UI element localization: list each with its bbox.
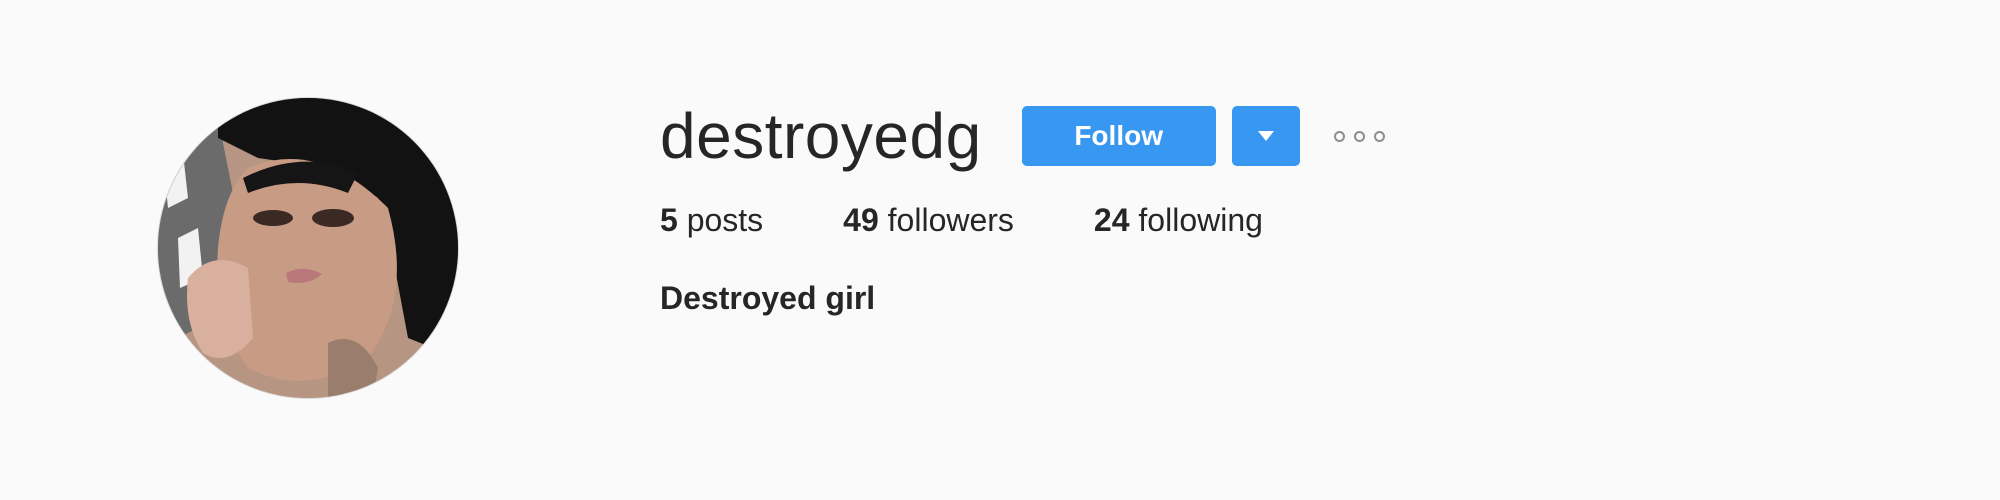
avatar-photo [158,98,458,398]
follow-button[interactable]: Follow [1021,106,1216,166]
profile-header: destroyedg Follow [660,96,1860,176]
followers-link[interactable]: 49 followers [843,200,1014,240]
posts-count: 5 posts [660,200,763,240]
more-options-button[interactable] [1330,106,1389,166]
following-link[interactable]: 24 following [1094,200,1263,240]
stat-number: 5 [660,202,678,238]
more-options-icon [1353,130,1365,142]
username: destroyedg [660,100,982,172]
profile-info: destroyedg Follow 5 posts 49 followers 2… [660,96,1860,318]
profile-page: destroyedg Follow 5 posts 49 followers 2… [0,0,2000,500]
profile-stats: 5 posts 49 followers 24 following [660,200,1860,240]
stat-number: 49 [843,202,879,238]
more-options-icon [1333,130,1345,142]
stat-label: posts [686,202,764,238]
avatar[interactable] [157,97,459,399]
more-options-icon [1373,130,1385,142]
stat-label: following [1138,202,1263,238]
stat-label: followers [887,202,1014,238]
stat-number: 24 [1093,202,1130,238]
suggestions-dropdown-button[interactable] [1231,106,1300,166]
full-name: Destroyed girl [660,280,876,316]
caret-down-icon [1257,131,1274,141]
